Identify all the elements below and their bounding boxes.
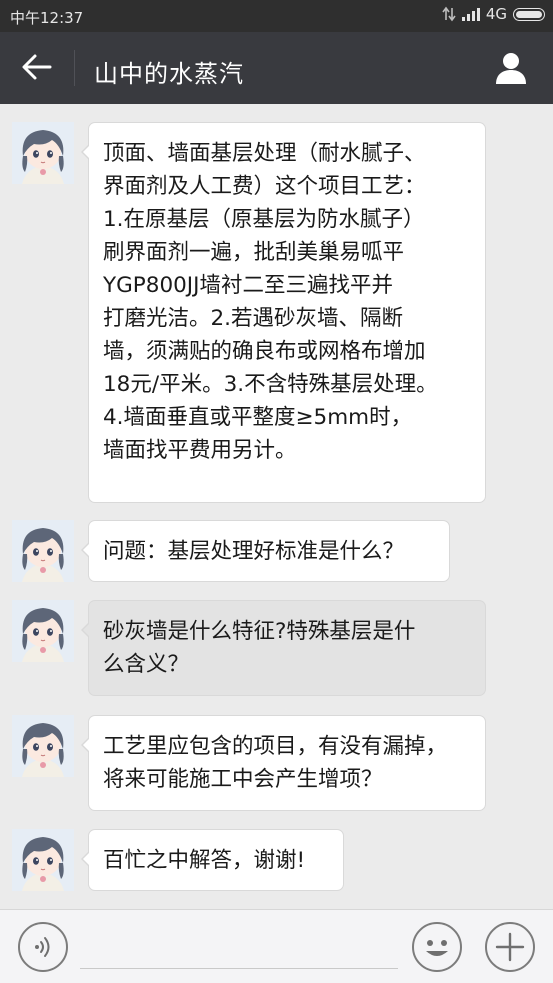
message-bubble[interactable]: 顶面、墙面基层处理（耐水腻子、 界面剂及人工费）这个项目工艺： 1.在原基层（原… bbox=[81, 122, 486, 503]
more-options-button[interactable] bbox=[485, 922, 535, 972]
data-arrows-icon bbox=[442, 6, 456, 22]
chat-input-bar bbox=[0, 909, 553, 983]
avatar[interactable] bbox=[12, 829, 74, 891]
avatar-girl-icon bbox=[12, 829, 74, 891]
back-arrow-icon[interactable] bbox=[20, 50, 54, 84]
emoji-button[interactable] bbox=[412, 922, 462, 972]
status-icons: 4G bbox=[442, 5, 545, 23]
avatar-girl-icon bbox=[12, 122, 74, 184]
avatar-girl-icon bbox=[12, 520, 74, 582]
avatar[interactable] bbox=[12, 520, 74, 582]
status-bar: 中午12:37 4G bbox=[0, 0, 553, 32]
chat-title: 山中的水蒸汽 bbox=[94, 60, 244, 88]
battery-icon bbox=[513, 7, 545, 21]
avatar[interactable] bbox=[12, 715, 74, 777]
chat-header: 山中的水蒸汽 bbox=[0, 32, 553, 104]
emoji-icon bbox=[426, 940, 448, 956]
avatar-girl-icon bbox=[12, 715, 74, 777]
plus-icon bbox=[495, 932, 525, 962]
network-type: 4G bbox=[485, 5, 507, 23]
message-bubble[interactable]: 工艺里应包含的项目，有没有漏掉， 将来可能施工中会产生增项？ bbox=[81, 715, 486, 811]
message-text-input[interactable] bbox=[80, 968, 398, 969]
user-profile-icon[interactable] bbox=[493, 50, 529, 86]
signal-icon bbox=[461, 7, 480, 21]
avatar-girl-icon bbox=[12, 600, 74, 662]
avatar[interactable] bbox=[12, 122, 74, 184]
avatar[interactable] bbox=[12, 600, 74, 662]
message-bubble[interactable]: 问题：基层处理好标准是什么？ bbox=[81, 520, 450, 582]
message-bubble[interactable]: 百忙之中解答，谢谢! bbox=[81, 829, 344, 891]
voice-input-button[interactable] bbox=[18, 922, 68, 972]
voice-input-icon bbox=[35, 937, 50, 957]
message-bubble-selected[interactable]: 砂灰墙是什么特征?特殊基层是什 么含义？ bbox=[81, 600, 486, 696]
status-time: 中午12:37 bbox=[10, 9, 84, 27]
chat-message-list[interactable]: 顶面、墙面基层处理（耐水腻子、 界面剂及人工费）这个项目工艺： 1.在原基层（原… bbox=[0, 104, 553, 909]
header-divider bbox=[74, 50, 75, 86]
